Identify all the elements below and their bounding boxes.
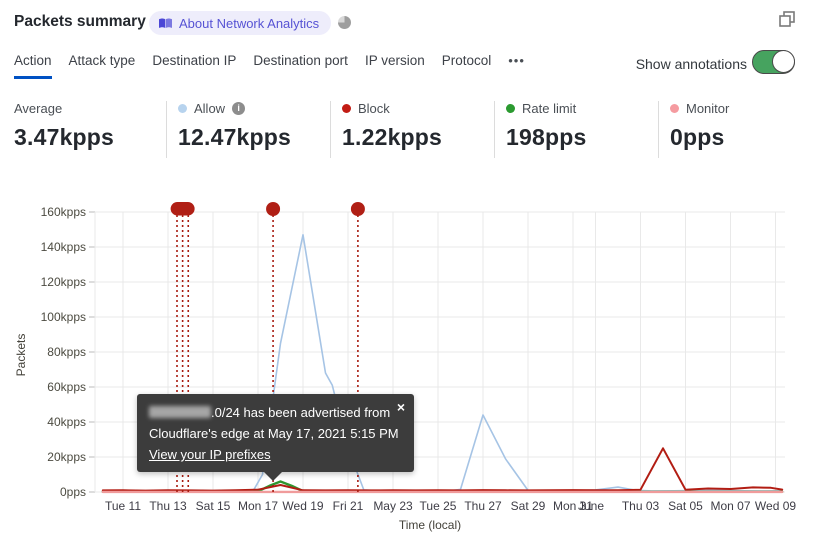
tab-ip-version[interactable]: IP version [365, 53, 425, 76]
stat-label: Allow [194, 101, 226, 116]
stat-allow: Allow i 12.47kpps [178, 101, 291, 151]
annotation-tooltip: × .0/24 has been advertised from Cloudfl… [137, 394, 414, 481]
svg-text:140kpps: 140kpps [41, 240, 86, 254]
help-progress-icon[interactable] [338, 16, 351, 29]
svg-text:Wed 09: Wed 09 [755, 499, 796, 513]
tab-protocol[interactable]: Protocol [442, 53, 492, 76]
info-icon[interactable]: i [232, 102, 246, 115]
stat-value: 12.47kpps [178, 124, 292, 150]
tab-attack-type[interactable]: Attack type [69, 53, 136, 76]
stat-value: 198pps [506, 124, 587, 150]
svg-text:Sat 29: Sat 29 [511, 499, 546, 513]
annotation-marker-icon[interactable] [170, 202, 195, 216]
svg-text:Sat 05: Sat 05 [668, 499, 703, 513]
show-annotations-toggle[interactable] [752, 50, 795, 74]
stat-block: Block 1.22kpps [342, 101, 442, 151]
svg-text:Tue 11: Tue 11 [105, 499, 141, 513]
svg-text:80kpps: 80kpps [47, 345, 86, 359]
view-ip-prefixes-link[interactable]: View your IP prefixes [149, 447, 271, 462]
stat-label: Rate limit [522, 101, 577, 116]
stat-label: Monitor [686, 101, 730, 116]
stat-rate-limit: Rate limit 198pps [506, 101, 586, 151]
svg-text:Mon 17: Mon 17 [238, 499, 278, 513]
show-annotations-label: Show annotations [635, 56, 747, 72]
svg-text:120kpps: 120kpps [41, 275, 86, 289]
legend-dot-icon [178, 104, 187, 113]
page-title: Packets summary [14, 13, 146, 30]
stat-value: 1.22kpps [342, 124, 443, 150]
svg-text:Tue 25: Tue 25 [420, 499, 457, 513]
svg-text:Wed 19: Wed 19 [282, 499, 323, 513]
svg-text:Mon 31: Mon 31 [553, 499, 593, 513]
stat-divider [330, 101, 331, 158]
legend-dot-icon [670, 104, 679, 113]
popout-window-icon[interactable] [778, 10, 796, 28]
svg-text:Mon 07: Mon 07 [710, 499, 750, 513]
svg-text:Thu 03: Thu 03 [622, 499, 660, 513]
about-network-analytics-badge[interactable]: About Network Analytics [149, 11, 332, 35]
legend-dot-icon [506, 104, 515, 113]
svg-text:160kpps: 160kpps [41, 205, 86, 219]
svg-text:Sat 15: Sat 15 [196, 499, 231, 513]
book-icon [158, 17, 173, 29]
svg-text:Thu 13: Thu 13 [149, 499, 187, 513]
tabs-more-button[interactable]: ••• [508, 53, 525, 76]
svg-text:June: June [578, 499, 604, 513]
stat-label: Block [358, 101, 390, 116]
close-icon[interactable]: × [397, 397, 405, 418]
svg-text:Fri 21: Fri 21 [333, 499, 364, 513]
toggle-knob [772, 50, 795, 73]
legend-dot-icon [342, 104, 351, 113]
tooltip-line1: .0/24 has been advertised from [149, 402, 402, 423]
tab-action[interactable]: Action [14, 53, 52, 79]
svg-text:Time (local): Time (local) [399, 518, 461, 532]
svg-text:100kpps: 100kpps [41, 310, 86, 324]
annotation-marker-icon[interactable] [350, 202, 365, 216]
svg-text:40kpps: 40kpps [47, 415, 86, 429]
stat-divider [494, 101, 495, 158]
stat-divider [166, 101, 167, 158]
stat-value: 3.47kpps [14, 124, 115, 150]
svg-text:20kpps: 20kpps [47, 450, 86, 464]
stat-monitor: Monitor 0pps [670, 101, 729, 151]
tab-destination-ip[interactable]: Destination IP [152, 53, 236, 76]
stat-average: Average 3.47kpps [14, 101, 114, 151]
svg-text:May 23: May 23 [373, 499, 413, 513]
stat-divider [658, 101, 659, 158]
svg-text:Thu 27: Thu 27 [464, 499, 502, 513]
tooltip-line2: Cloudflare's edge at May 17, 2021 5:15 P… [149, 426, 399, 441]
tab-destination-port[interactable]: Destination port [253, 53, 348, 76]
svg-text:0pps: 0pps [60, 485, 86, 499]
network-analytics-panel: Packets summary About Network Analytics … [0, 0, 816, 545]
svg-text:60kpps: 60kpps [47, 380, 86, 394]
stat-label: Average [14, 101, 63, 116]
svg-text:Packets: Packets [14, 334, 28, 377]
redacted-ip-prefix [149, 406, 211, 418]
badge-label: About Network Analytics [179, 15, 320, 31]
series-line-rate-limit [101, 480, 784, 493]
annotation-marker-icon[interactable] [266, 202, 281, 216]
stat-value: 0pps [670, 124, 725, 150]
dimension-tabs: Action Attack type Destination IP Destinati… [14, 53, 525, 79]
